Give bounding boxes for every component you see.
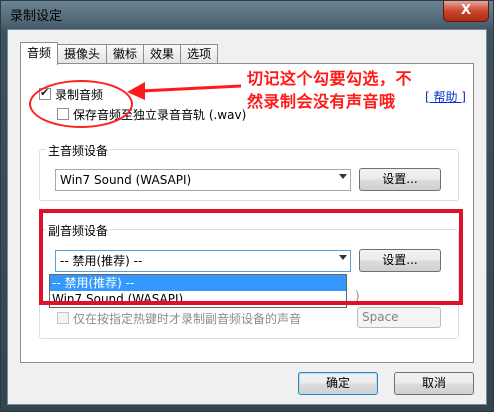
hotkey-field[interactable]: Space: [357, 307, 441, 328]
hotkey-only-label: 仅在按指定热键时才录制副音频设备的声音: [73, 312, 302, 326]
tab-logo[interactable]: 徽标: [106, 44, 145, 64]
close-button[interactable]: X: [443, 1, 489, 22]
chevron-down-icon: [339, 174, 347, 179]
main-audio-device-title: 主音频设备: [46, 142, 111, 159]
tab-options[interactable]: 选项: [180, 44, 219, 64]
main-device-settings-button[interactable]: 设置...: [359, 168, 441, 191]
annotation-highlight-box: [39, 209, 463, 305]
annotation-arrow-icon: [127, 82, 242, 100]
main-audio-device-value: Win7 Sound (WASAPI): [60, 173, 192, 187]
tab-strip: 音频 摄像头 徽标 效果 选项: [20, 42, 219, 65]
hotkey-only-checkbox[interactable]: [57, 312, 69, 324]
annotation-circle: [29, 80, 133, 128]
ok-button[interactable]: 确定: [298, 372, 378, 395]
dialog-window: 录制设定 X 音频 摄像头 徽标 效果 选项 确定 取消 录制音频 保存音频至独…: [0, 0, 494, 412]
help-link[interactable]: [ 帮助 ]: [425, 88, 466, 105]
tab-effects[interactable]: 效果: [143, 44, 182, 64]
tab-camera[interactable]: 摄像头: [57, 44, 108, 64]
annotation-text: 切记这个勾要勾选，不然录制会没有声音哦: [247, 69, 413, 111]
cancel-button[interactable]: 取消: [394, 372, 474, 395]
main-audio-device-select[interactable]: Win7 Sound (WASAPI): [55, 169, 351, 191]
tab-audio[interactable]: 音频: [20, 42, 59, 65]
window-title: 录制设定: [10, 9, 63, 24]
title-bar[interactable]: 录制设定 X: [1, 1, 494, 29]
